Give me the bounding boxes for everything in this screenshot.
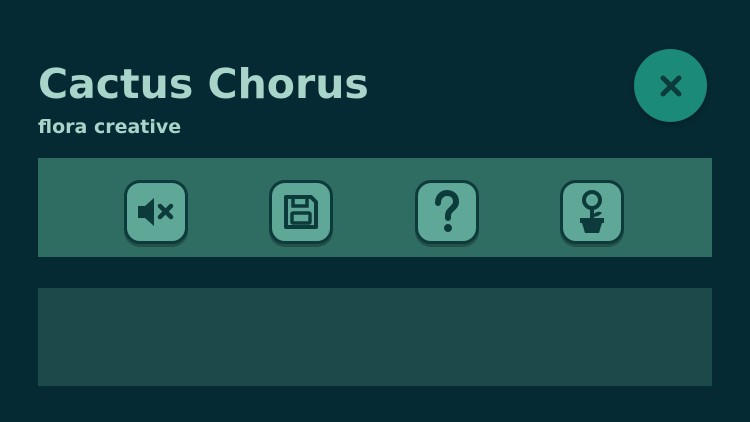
help-icon — [427, 190, 467, 234]
content-panel — [38, 288, 712, 386]
save-icon — [281, 192, 321, 232]
settings-screen: Cactus Chorus flora creative — [0, 0, 750, 422]
developer-name: flora creative — [38, 116, 182, 138]
flower-pot-icon — [572, 189, 612, 235]
help-button[interactable] — [415, 180, 479, 244]
mute-button[interactable] — [124, 180, 188, 244]
flower-pot-button[interactable] — [560, 180, 624, 244]
close-button[interactable] — [634, 49, 707, 122]
close-icon — [658, 73, 684, 99]
game-title: Cactus Chorus — [38, 60, 369, 108]
mute-icon — [134, 192, 178, 232]
toolbar-panel — [38, 158, 712, 257]
save-button[interactable] — [269, 180, 333, 244]
